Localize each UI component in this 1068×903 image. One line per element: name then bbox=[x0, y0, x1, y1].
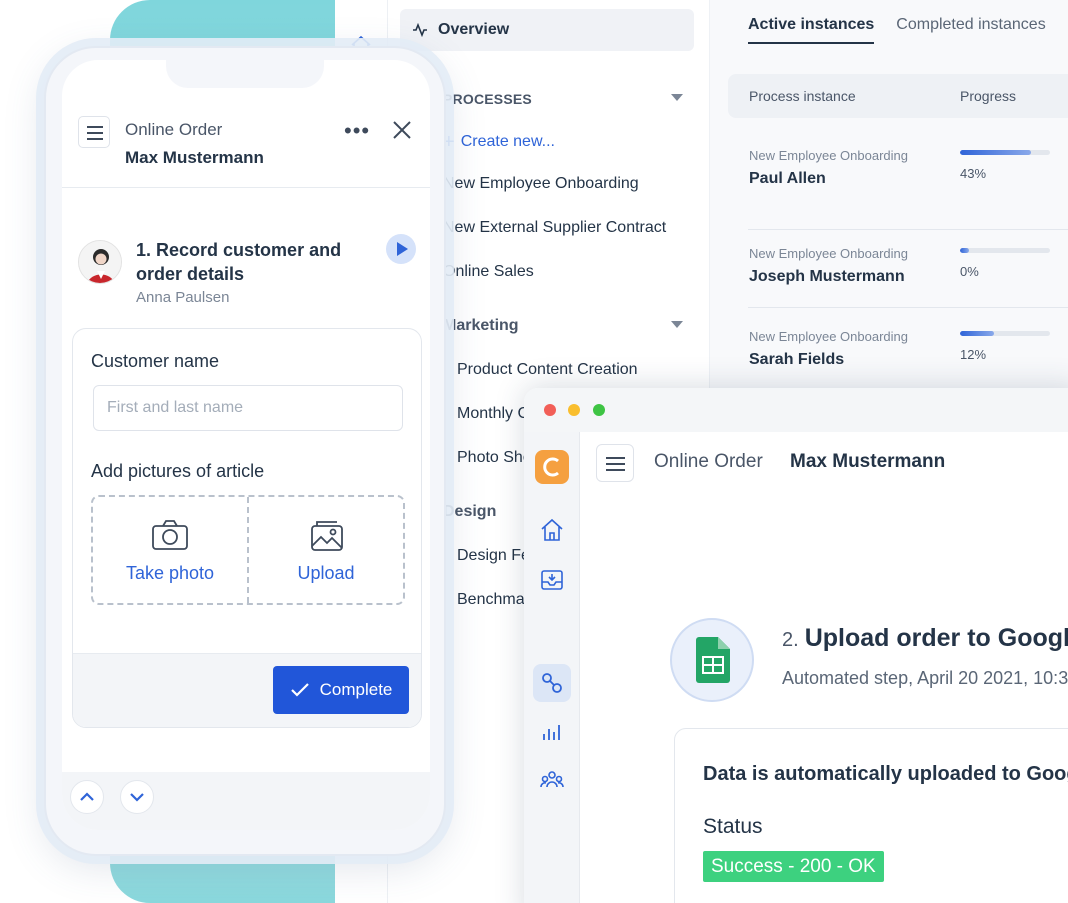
progress-bar bbox=[960, 331, 1050, 336]
create-new-link[interactable]: + Create new... bbox=[443, 131, 555, 154]
step-title-text: Record customer and order details bbox=[136, 240, 342, 284]
step-number: 1. bbox=[136, 240, 152, 260]
window-rail bbox=[524, 432, 580, 903]
tab-completed-instances[interactable]: Completed instances bbox=[896, 16, 1045, 44]
phone-mockup: Online Order Max Mustermann ••• 1. Recor… bbox=[44, 46, 446, 856]
nav-process-item[interactable]: Product Content Creation bbox=[457, 361, 638, 379]
design-heading[interactable]: Design bbox=[443, 503, 496, 521]
pictures-label: Add pictures of article bbox=[91, 461, 265, 481]
phone-notch bbox=[166, 60, 324, 88]
menu-icon bbox=[87, 126, 103, 128]
team-icon[interactable] bbox=[538, 766, 566, 794]
row-process: New Employee Onboarding bbox=[749, 329, 908, 344]
logo-icon bbox=[543, 457, 559, 477]
image-upload-icon bbox=[311, 521, 343, 551]
upload-label: Upload bbox=[297, 563, 355, 583]
progress-bar bbox=[960, 150, 1050, 155]
instance-tabs: Active instances Completed instances O bbox=[748, 16, 1068, 44]
pictures-dropzone: Take photo Upload bbox=[91, 495, 405, 605]
complete-label: Complete bbox=[319, 680, 393, 699]
play-icon bbox=[397, 242, 408, 256]
row-name: Joseph Mustermann bbox=[749, 268, 905, 285]
nav-process-item[interactable]: Online Sales bbox=[443, 263, 534, 281]
table-row[interactable]: New Employee Onboarding Paul Allen 43% bbox=[748, 138, 1068, 230]
chart-icon[interactable] bbox=[538, 718, 566, 746]
tab-active-instances[interactable]: Active instances bbox=[748, 16, 875, 44]
step-subtitle: Automated step, April 20 2021, 10:32 bbox=[782, 668, 1068, 688]
table-header: Process instance Progress bbox=[728, 74, 1068, 118]
take-photo-button[interactable]: Take photo bbox=[93, 497, 247, 603]
col-process-instance[interactable]: Process instance bbox=[749, 88, 856, 104]
row-process: New Employee Onboarding bbox=[749, 246, 908, 261]
nav-overview[interactable]: Overview bbox=[400, 9, 694, 51]
activity-icon bbox=[413, 23, 427, 37]
check-icon bbox=[290, 683, 309, 697]
form-footer: Complete bbox=[73, 653, 421, 727]
google-sheets-badge bbox=[670, 618, 754, 702]
card-title: Data is automatically uploaded to Google… bbox=[703, 763, 1068, 785]
upload-card: Data is automatically uploaded to Google… bbox=[674, 728, 1068, 903]
customer-name-label: Customer name bbox=[91, 351, 220, 371]
chevron-down-icon bbox=[130, 793, 144, 802]
table-row[interactable]: New Employee Onboarding Joseph Musterman… bbox=[748, 236, 1068, 308]
menu-button[interactable] bbox=[78, 116, 110, 148]
complete-button[interactable]: Complete bbox=[273, 666, 409, 714]
app-logo[interactable] bbox=[535, 450, 569, 484]
nav-process-item[interactable]: New External Supplier Contract bbox=[443, 219, 666, 237]
avatar-portrait-icon bbox=[79, 241, 121, 283]
minimize-dot-icon[interactable] bbox=[568, 404, 580, 416]
row-name: Paul Allen bbox=[749, 170, 826, 187]
progress-label: 0% bbox=[960, 264, 979, 279]
phone-bottom-bar bbox=[62, 772, 430, 830]
nav-overview-label: Overview bbox=[438, 21, 510, 38]
row-name: Sarah Fields bbox=[749, 351, 845, 368]
camera-icon bbox=[152, 520, 188, 550]
window-person: Max Mustermann bbox=[790, 451, 946, 472]
nav-process-item[interactable]: New Employee Onboarding bbox=[443, 175, 639, 193]
close-dot-icon[interactable] bbox=[544, 404, 556, 416]
step-assignee: Anna Paulsen bbox=[136, 289, 230, 306]
step-title: 2.Upload order to Google Sheets bbox=[782, 624, 1068, 653]
previous-step-button[interactable] bbox=[70, 780, 104, 814]
desktop-window: Online Order Max Mustermann 2. Upload ord… bbox=[524, 388, 1068, 903]
window-title: Online Order bbox=[654, 451, 763, 472]
progress-bar bbox=[960, 248, 1050, 253]
next-step-button[interactable] bbox=[120, 780, 154, 814]
create-new-label: Create new... bbox=[460, 133, 555, 150]
step-title-text: Upload order to Google Sheets bbox=[804, 624, 1068, 652]
header-divider bbox=[62, 187, 430, 188]
progress-label: 12% bbox=[960, 347, 987, 362]
more-options-icon[interactable]: ••• bbox=[344, 118, 370, 144]
status-badge: Success - 200 - OK bbox=[703, 851, 884, 882]
phone-person: Max Mustermann bbox=[125, 148, 264, 167]
processes-heading: PROCESSES bbox=[443, 91, 532, 107]
menu-button[interactable] bbox=[596, 444, 634, 482]
col-progress[interactable]: Progress bbox=[960, 88, 1016, 104]
caret-down-icon[interactable] bbox=[671, 321, 683, 328]
status-label: Status bbox=[703, 815, 763, 838]
marketing-heading[interactable]: Marketing bbox=[443, 317, 519, 335]
home-icon[interactable] bbox=[538, 516, 566, 544]
progress-label: 43% bbox=[960, 166, 987, 181]
menu-icon bbox=[606, 457, 625, 459]
play-button[interactable] bbox=[386, 234, 416, 264]
maximize-dot-icon[interactable] bbox=[593, 404, 605, 416]
inbox-icon[interactable] bbox=[538, 566, 566, 594]
upload-button[interactable]: Upload bbox=[249, 497, 403, 603]
task-form: Customer name Add pictures of article Ta… bbox=[72, 328, 422, 728]
phone-title: Online Order bbox=[125, 120, 223, 139]
step-number: 2. bbox=[782, 629, 799, 651]
phone-screen: Online Order Max Mustermann ••• 1. Recor… bbox=[62, 60, 430, 830]
process-icon[interactable] bbox=[538, 669, 566, 697]
caret-down-icon[interactable] bbox=[671, 94, 683, 101]
customer-name-input[interactable] bbox=[93, 385, 403, 431]
google-sheets-icon bbox=[696, 637, 730, 683]
take-photo-label: Take photo bbox=[125, 563, 215, 583]
window-titlebar bbox=[524, 388, 1068, 432]
avatar bbox=[78, 240, 122, 284]
step-title: 1. Record customer and order details bbox=[136, 238, 346, 286]
chevron-up-icon bbox=[80, 792, 94, 801]
row-process: New Employee Onboarding bbox=[749, 148, 908, 163]
close-icon[interactable] bbox=[390, 118, 414, 142]
